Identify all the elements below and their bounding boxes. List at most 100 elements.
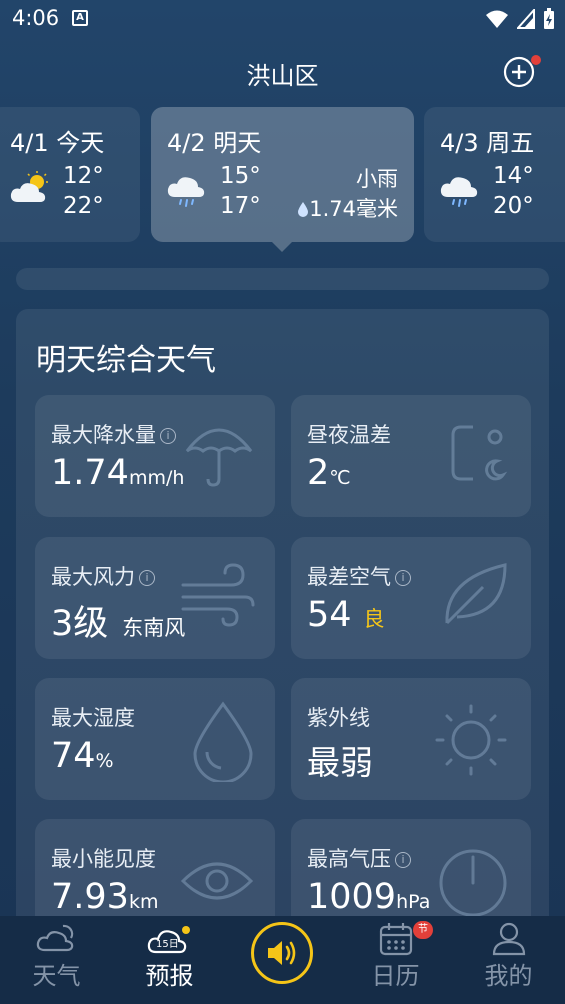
partly-cloudy-icon — [10, 171, 48, 202]
day-weather-desc: 小雨 — [356, 167, 398, 191]
card-value: 54 良 — [307, 595, 385, 635]
day-name: 4/2 明天 — [167, 129, 262, 157]
day-high-temp: 17° — [220, 193, 261, 219]
card-label: 最高气压 i — [307, 843, 411, 873]
water-drop-icon — [193, 701, 253, 782]
speaker-icon — [268, 941, 296, 965]
signal-icon — [517, 9, 535, 29]
wind-icon — [181, 563, 255, 627]
day-night-icon — [451, 425, 508, 481]
visibility-unit: km — [128, 891, 159, 913]
card-label: 最大降水量 i — [51, 419, 176, 449]
card-uv[interactable]: 紫外线 最弱 — [291, 678, 531, 800]
status-icons — [485, 8, 555, 30]
user-icon — [492, 922, 525, 956]
gauge-icon — [439, 849, 507, 917]
pressure-value: 1009 — [307, 877, 397, 917]
status-bar: 4:06 A — [0, 0, 565, 38]
air-value: 54 — [307, 595, 352, 635]
card-max-precipitation[interactable]: 最大降水量 i 1.74mm/h — [35, 395, 275, 517]
card-label: 最大湿度 — [51, 706, 135, 730]
selected-day-pointer — [272, 242, 292, 252]
tab-weather[interactable]: 天气 — [0, 916, 113, 1004]
day-high-temp: 22° — [63, 193, 104, 219]
tab-profile[interactable]: 我的 — [452, 916, 565, 1004]
page-title: 洪山区 — [246, 62, 319, 90]
raindrop-icon — [298, 202, 309, 217]
precip-value: 1.74 — [51, 453, 129, 493]
status-time: 4:06 — [12, 6, 60, 30]
day-name: 4/1 今天 — [10, 129, 105, 157]
humidity-unit: % — [95, 750, 114, 772]
card-label: 最小能见度 — [51, 847, 156, 871]
calendar-badge: 节 — [413, 921, 433, 939]
day-card-today[interactable]: 4/1 今天 12° 22° — [0, 107, 140, 242]
day-low-temp: 14° — [493, 163, 534, 189]
day-low-temp: 15° — [220, 163, 261, 189]
humidity-value: 74 — [51, 736, 96, 776]
card-value: 1.74mm/h — [51, 453, 184, 493]
battery-icon — [544, 8, 554, 29]
sun-icon — [435, 704, 507, 776]
day-name: 4/3 周五 — [440, 129, 535, 157]
wind-value: 3级 — [51, 604, 109, 644]
card-value: 7.93km — [51, 877, 158, 917]
precip-unit: mm/h — [128, 467, 185, 489]
tempdiff-value: 2 — [307, 453, 330, 493]
info-icon[interactable]: i — [395, 570, 411, 586]
card-value: 最弱 — [307, 743, 373, 782]
rain-cloud-icon — [440, 177, 478, 207]
card-max-wind[interactable]: 最大风力 i 3级 东南风 — [35, 537, 275, 659]
card-worst-air[interactable]: 最差空气 i 54 良 — [291, 537, 531, 659]
forecast-icon-text: 15日 — [156, 939, 179, 950]
card-value: 1009hPa — [307, 877, 430, 917]
forecast-15day-icon: 15日 — [147, 926, 190, 954]
day-card-tomorrow[interactable]: 4/2 明天 15° 17° 小雨 1.74毫米 — [151, 107, 414, 242]
day-low-temp: 12° — [63, 163, 104, 189]
visibility-value: 7.93 — [51, 877, 129, 917]
card-value: 2℃ — [307, 453, 351, 493]
tab-label: 日历 — [371, 962, 420, 990]
panel-title: 明天综合天气 — [36, 343, 216, 378]
voice-broadcast-button[interactable] — [251, 922, 313, 984]
weather-tab-icon — [36, 924, 73, 952]
card-label: 昼夜温差 — [307, 423, 391, 447]
card-value: 74% — [51, 736, 114, 776]
notification-dot — [531, 55, 541, 65]
info-icon[interactable]: i — [395, 852, 411, 868]
tomorrow-detail-panel: 明天综合天气 最大降水量 i 1.74mm/h 昼夜温差 2℃ 最大风力 i 3级东… — [16, 309, 549, 949]
card-temp-difference[interactable]: 昼夜温差 2℃ — [291, 395, 531, 517]
wind-direction: 东南风 — [122, 616, 186, 640]
tab-label: 天气 — [32, 962, 81, 990]
header: 洪山区 — [0, 52, 565, 92]
precip-label: 最大降水量 — [51, 423, 156, 447]
calendar-icon — [379, 923, 412, 956]
forecast-scrollbar[interactable] — [16, 268, 549, 290]
pressure-label: 最高气压 — [307, 847, 391, 871]
eye-icon — [180, 862, 254, 900]
day-forecast-strip[interactable]: 4/1 今天 12° 22° 4/2 明天 15° 17° 小雨 1.74毫米 … — [0, 107, 565, 242]
rainfall-value: 1.74毫米 — [309, 197, 398, 221]
wind-label: 最大风力 — [51, 565, 135, 589]
card-label: 最大风力 i — [51, 561, 155, 591]
pressure-unit: hPa — [396, 891, 431, 913]
notification-icon: A — [72, 10, 88, 26]
day-high-temp: 20° — [493, 193, 534, 219]
tab-label: 我的 — [484, 962, 533, 990]
tab-calendar[interactable]: 日历 — [339, 916, 452, 1004]
air-label: 最差空气 — [307, 565, 391, 589]
air-quality-level: 良 — [363, 607, 385, 631]
info-icon[interactable]: i — [139, 570, 155, 586]
info-icon[interactable]: i — [160, 428, 176, 444]
umbrella-icon — [185, 428, 253, 487]
rain-cloud-icon — [167, 177, 205, 207]
card-max-humidity[interactable]: 最大湿度 74% — [35, 678, 275, 800]
tempdiff-unit: ℃ — [329, 467, 351, 489]
leaf-icon — [445, 563, 507, 625]
card-label: 最差空气 i — [307, 561, 411, 591]
card-value: 3级 东南风 — [51, 595, 185, 646]
tab-forecast[interactable]: 15日 预报 — [113, 916, 226, 1004]
day-rainfall: 1.74毫米 — [297, 193, 398, 223]
tab-label: 预报 — [145, 962, 194, 990]
day-card-friday[interactable]: 4/3 周五 14° 20° — [424, 107, 565, 242]
